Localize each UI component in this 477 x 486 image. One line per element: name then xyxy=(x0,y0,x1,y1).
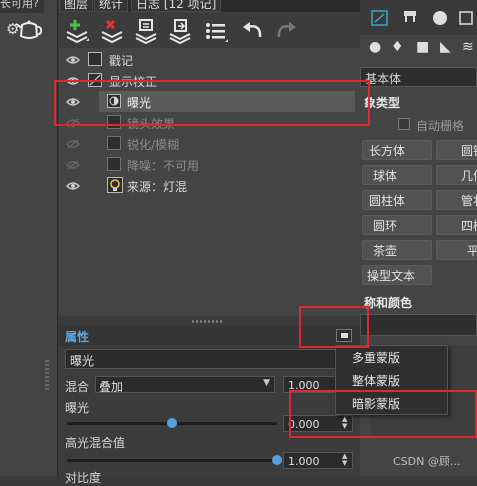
watermark: CSDN @顾... xyxy=(393,455,461,468)
object-category-dropdown[interactable]: 基本体 xyxy=(360,67,477,87)
visibility-hidden-icon[interactable] xyxy=(66,160,80,170)
stamp-icon[interactable] xyxy=(133,18,159,44)
left-strip-label: 长可用? xyxy=(0,0,44,13)
exposure-label: 曝光 xyxy=(65,401,90,415)
tab-layers[interactable]: 图层 xyxy=(59,0,94,12)
add-layer-icon[interactable] xyxy=(64,18,90,44)
autogrid-checkbox[interactable] xyxy=(398,118,410,130)
layer-row[interactable]: 锐化/模糊 xyxy=(59,133,360,154)
visibility-hidden-icon[interactable] xyxy=(66,139,80,149)
denoise-icon xyxy=(107,157,121,171)
light-mix-bulb-icon xyxy=(107,177,123,193)
stamp-layer-icon xyxy=(88,52,102,66)
blend-mode-dropdown[interactable]: 叠加 ▼ xyxy=(95,376,275,394)
helper-icon[interactable]: ◣ xyxy=(440,39,451,55)
visibility-eye-icon[interactable] xyxy=(66,181,80,191)
visibility-eye-icon[interactable] xyxy=(66,55,80,65)
geometry-icon[interactable]: ● xyxy=(369,39,381,55)
teapot-button[interactable]: 茶壶 xyxy=(362,240,432,260)
spacewarp-icon[interactable]: ≋ xyxy=(462,39,474,55)
create-tab-icon[interactable] xyxy=(370,8,390,28)
sharpen-blur-icon xyxy=(107,136,121,150)
menu-item-multi-mask[interactable]: 多重蒙版 xyxy=(336,347,447,370)
motion-tab-icon[interactable] xyxy=(430,8,450,28)
command-tabs xyxy=(360,0,477,35)
object-name-field[interactable] xyxy=(360,314,477,336)
textplus-button[interactable]: 操型文本 xyxy=(362,265,432,285)
layer-label: 来源：灯混 xyxy=(127,180,188,194)
redo-icon[interactable] xyxy=(273,18,299,44)
chevron-down-icon: ▼ xyxy=(263,378,270,388)
layer-row[interactable]: 来源：灯混 xyxy=(59,175,360,196)
plane-button[interactable]: 平 xyxy=(436,240,477,260)
annotation-box-menu-item xyxy=(289,390,477,438)
teapot-icon[interactable] xyxy=(14,16,44,42)
shapes-icon[interactable]: ♦ xyxy=(391,39,404,55)
torus-button[interactable]: 圆环 xyxy=(362,215,432,235)
tube-button[interactable]: 管状 xyxy=(436,190,477,210)
highlight-slider[interactable] xyxy=(67,459,277,462)
box-button[interactable]: 长方体 xyxy=(362,140,432,160)
annotation-box-layer xyxy=(54,80,370,126)
highlight-label: 高光混合值 xyxy=(65,436,126,450)
export-icon[interactable] xyxy=(167,18,193,44)
tab-bar: 图层 统计 日志 [12 项记] xyxy=(59,0,360,12)
left-strip: 长可用? ⚙ xyxy=(0,0,58,476)
splitter-grip xyxy=(192,320,224,323)
highlight-slider-knob[interactable] xyxy=(272,455,282,465)
contrast-label: 对比度 xyxy=(65,471,102,485)
undo-icon[interactable] xyxy=(240,18,266,44)
list-icon[interactable] xyxy=(203,18,229,44)
blend-mode-value: 叠加 xyxy=(99,380,124,394)
utilities-tab-icon[interactable] xyxy=(456,8,476,28)
layer-label: 戳记 xyxy=(109,54,134,68)
pyramid-button[interactable]: 四棱 xyxy=(436,215,477,235)
layer-row[interactable]: 戳记 xyxy=(59,49,360,70)
sphere-button[interactable]: 球体 xyxy=(362,165,432,185)
cylinder-button[interactable]: 圆柱体 xyxy=(362,190,432,210)
panel-resize-grip[interactable] xyxy=(45,360,49,390)
layer-label: 锐化/模糊 xyxy=(127,138,180,152)
annotation-box-mask-button xyxy=(299,306,369,348)
layer-name-field[interactable]: 曝光 xyxy=(65,349,354,369)
create-category-icons: ● ♦ ■ ◣ ≋ xyxy=(360,36,477,62)
hierarchy-tab-icon[interactable] xyxy=(400,8,420,28)
highlight-spinner-icon[interactable]: ▲ ▼ xyxy=(342,453,347,467)
tab-log[interactable]: 日志 [12 项记] xyxy=(131,0,222,12)
layer-row[interactable]: 降噪：不可用 xyxy=(59,154,360,175)
camera-icon[interactable]: ■ xyxy=(416,39,429,55)
tab-stats[interactable]: 统计 xyxy=(94,0,129,12)
exposure-slider-knob[interactable] xyxy=(167,418,177,428)
geosphere-button[interactable]: 几何 xyxy=(436,165,477,185)
autogrid-label: 自动栅格 xyxy=(416,119,465,133)
layer-label: 降噪：不可用 xyxy=(127,159,200,173)
name-color-section: 称和颜色 xyxy=(364,296,413,310)
delete-layer-icon[interactable] xyxy=(99,18,125,44)
cone-button[interactable]: 圆锥 xyxy=(436,140,477,160)
blend-label: 混合 xyxy=(65,380,90,394)
properties-title: 属性 xyxy=(65,330,90,344)
